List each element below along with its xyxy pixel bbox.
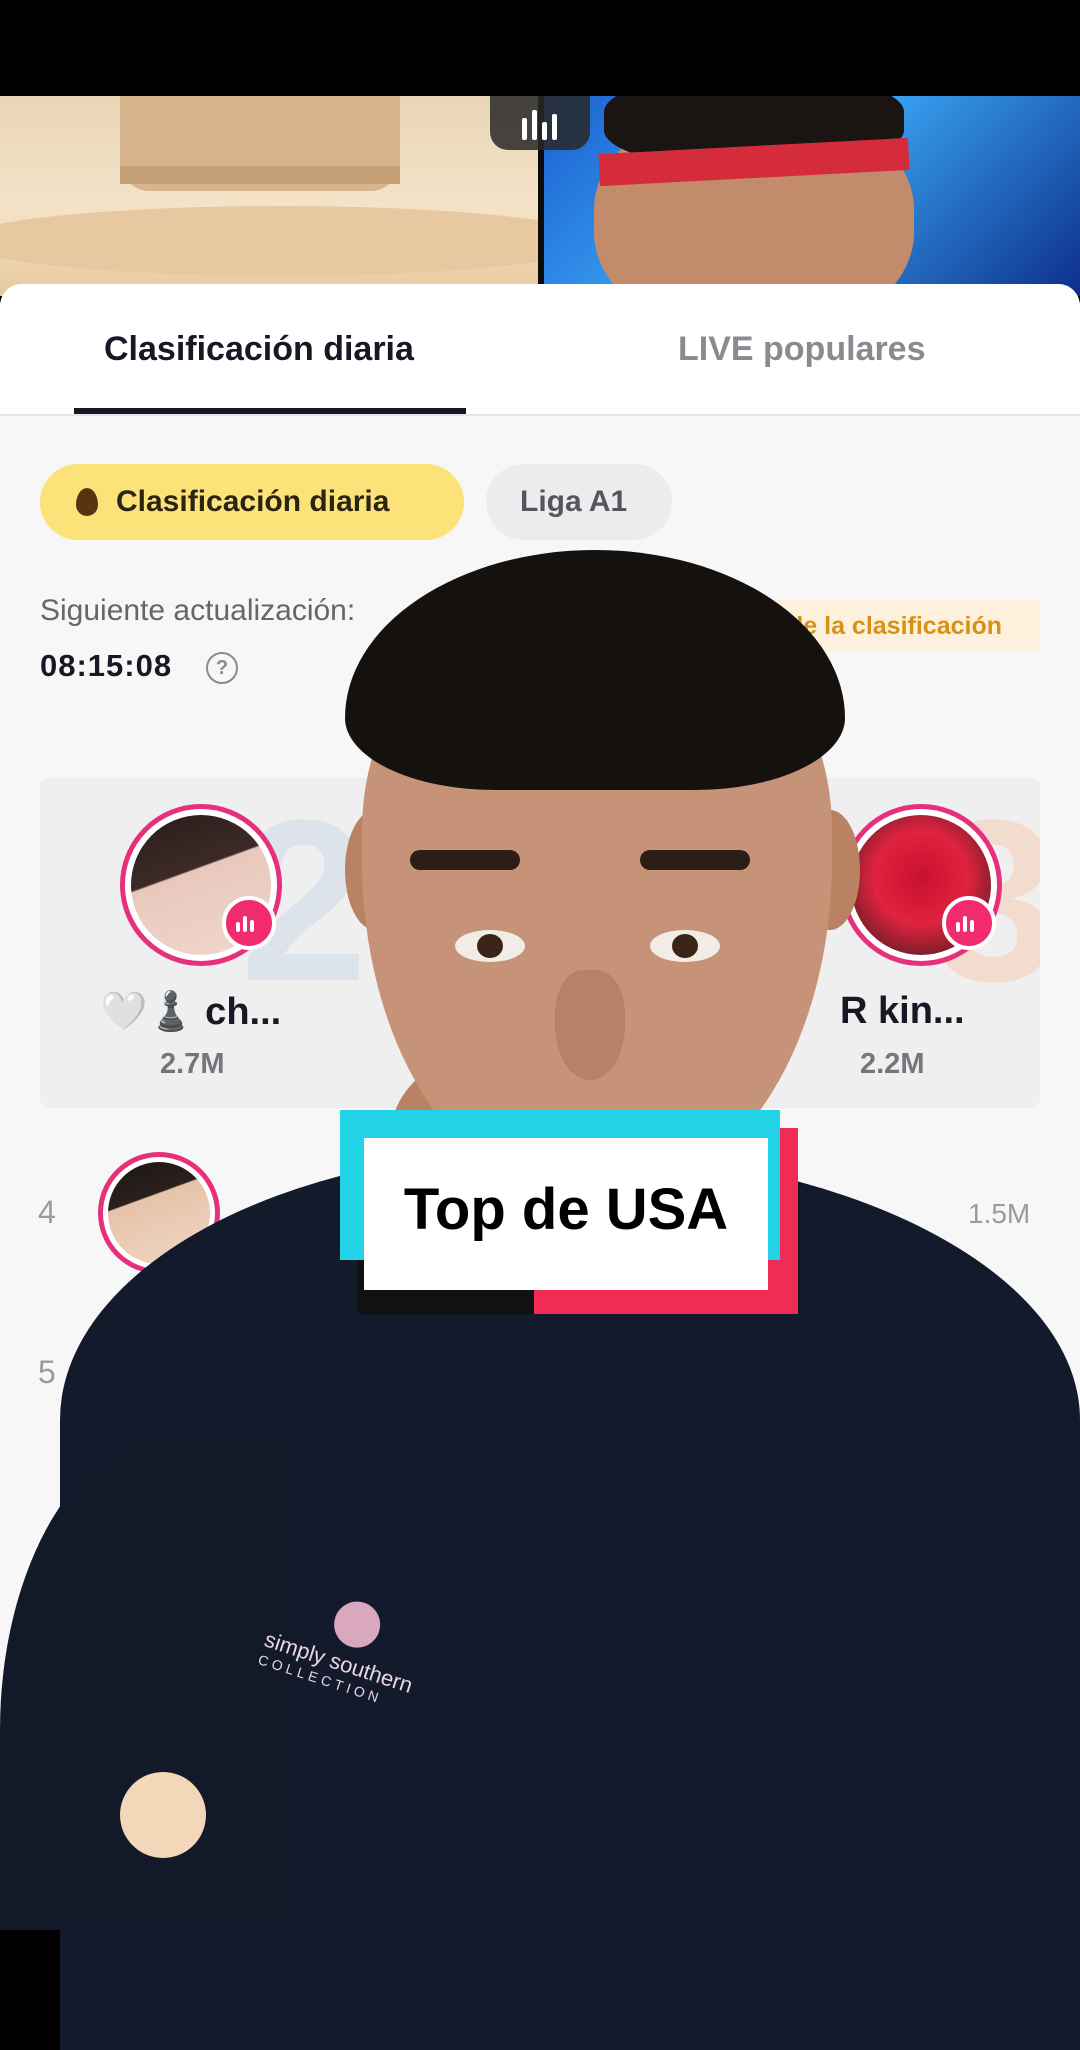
list-rank-4: 4 bbox=[38, 1194, 56, 1230]
tab-underline bbox=[74, 408, 466, 414]
help-icon[interactable]: ? bbox=[206, 652, 238, 684]
podium-score-rank-3: 2.2M bbox=[860, 1048, 925, 1080]
live-badge-icon bbox=[942, 896, 996, 950]
tab-daily-ranking[interactable]: Clasificación diaria bbox=[104, 330, 414, 369]
tab-bar: Clasificación diaria LIVE populares bbox=[0, 284, 1080, 416]
status-bar bbox=[0, 0, 1080, 96]
ranking-rules-label: de la clasificación bbox=[788, 612, 1002, 640]
list-score-rank-4: 1.5M bbox=[968, 1198, 1031, 1229]
filter-daily-ranking-label: Clasificación diaria bbox=[116, 485, 390, 518]
filter-daily-ranking[interactable]: Clasificación diaria bbox=[40, 464, 464, 540]
next-update-countdown: 08:15:08 bbox=[40, 648, 173, 683]
video-left-stream[interactable] bbox=[0, 96, 600, 296]
tab-popular-live[interactable]: LIVE populares bbox=[678, 330, 926, 369]
avatar-rank-4[interactable] bbox=[98, 1152, 220, 1274]
layout-toggle-button[interactable] bbox=[490, 96, 590, 150]
next-update-label: Siguiente actualización: bbox=[40, 594, 356, 627]
video-right-stream[interactable] bbox=[544, 96, 1080, 296]
podium-score-rank-2: 2.7M bbox=[160, 1048, 225, 1080]
live-video-preview[interactable] bbox=[0, 96, 1080, 296]
hat-band bbox=[120, 166, 400, 184]
ranking-panel: Clasificación diaria LIVE populares Clas… bbox=[0, 284, 1080, 1920]
avatar-image bbox=[108, 1162, 210, 1264]
ranking-rules-link[interactable]: de la clasificación bbox=[700, 600, 1040, 652]
flame-icon bbox=[76, 488, 98, 516]
podium-name-rank-3[interactable]: R kin... bbox=[840, 990, 965, 1033]
list-rank-5: 5 bbox=[38, 1354, 56, 1390]
bars-icon bbox=[522, 106, 558, 140]
podium-card: 2 3 🤍♟️ ch... 2.7M R kin... 2.2M bbox=[40, 778, 1040, 1108]
avatar-partial[interactable] bbox=[120, 1772, 206, 1858]
podium-name-rank-2[interactable]: 🤍♟️ ch... bbox=[100, 990, 281, 1034]
live-badge-icon bbox=[222, 896, 276, 950]
filter-league-a1[interactable]: Liga A1 bbox=[486, 464, 672, 540]
filter-league-a1-label: Liga A1 bbox=[520, 485, 628, 518]
hat-brim bbox=[0, 206, 600, 276]
